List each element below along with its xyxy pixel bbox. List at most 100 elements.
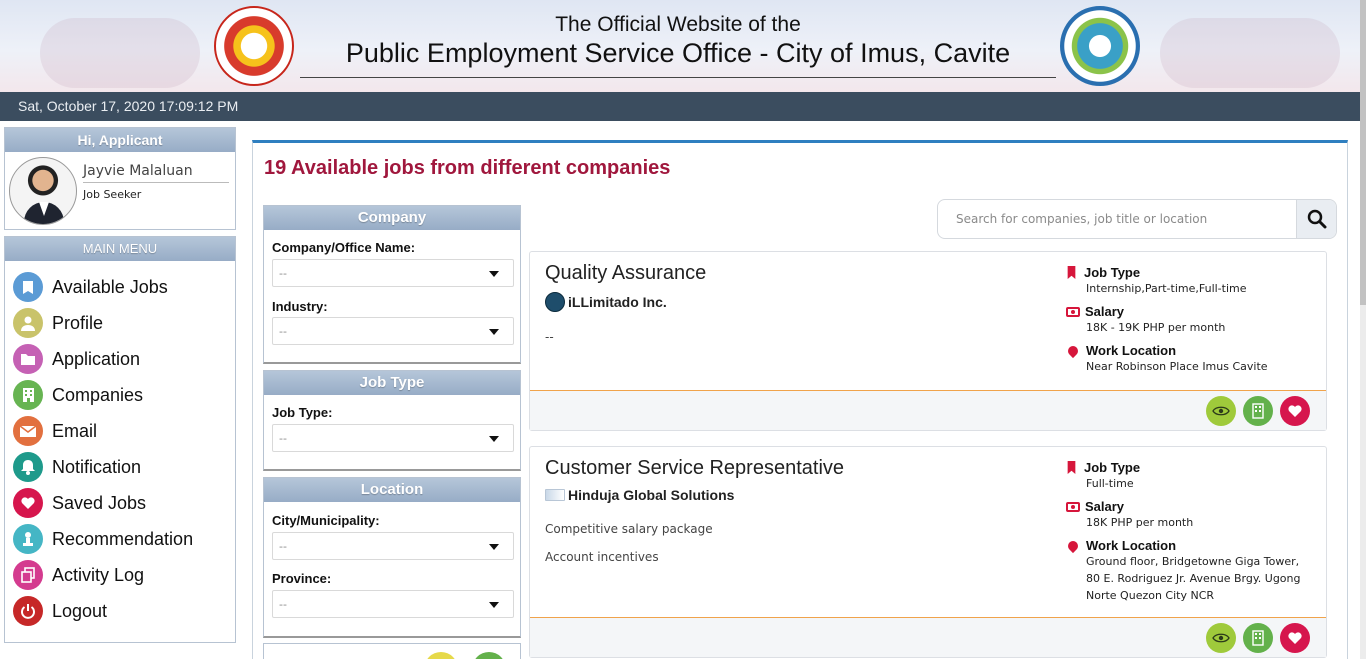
city-select[interactable]: -- xyxy=(272,532,514,560)
salary-heading: Salary xyxy=(1066,499,1316,514)
header-watermark xyxy=(1160,18,1340,88)
job-type-select[interactable]: -- xyxy=(272,424,514,452)
location-value: Ground floor, Bridgetowne Giga Tower, 80… xyxy=(1086,555,1301,602)
view-job-button[interactable] xyxy=(1206,623,1236,653)
view-job-button[interactable] xyxy=(1206,396,1236,426)
chevron-down-icon xyxy=(489,329,499,335)
company-logo xyxy=(545,292,565,312)
site-header: The Official Website of the Public Emplo… xyxy=(0,0,1366,92)
menu-item-available-jobs[interactable]: Available Jobs xyxy=(13,270,168,304)
bookmark-icon xyxy=(1067,266,1076,279)
job-meta: Job Type Internship,Part-time,Full-time … xyxy=(1065,265,1316,375)
job-description: Competitive salary package xyxy=(545,522,713,536)
location-title: Work Location xyxy=(1086,538,1177,553)
scrollbar-thumb[interactable] xyxy=(1360,0,1366,305)
job-type-heading: Job Type xyxy=(1066,460,1316,475)
job-type-value: Internship,Part-time,Full-time xyxy=(1086,282,1247,295)
menu-item-label: Recommendation xyxy=(52,528,194,549)
user-role: Job Seeker xyxy=(83,188,142,201)
location-filter: Location City/Municipality: -- Province:… xyxy=(263,477,521,638)
menu-item-logout[interactable]: Logout xyxy=(13,594,107,628)
job-title[interactable]: Quality Assurance xyxy=(545,262,706,285)
salary-value: 18K PHP per month xyxy=(1086,516,1194,529)
copy-icon xyxy=(13,560,43,590)
chevron-down-icon xyxy=(489,602,499,608)
building-icon xyxy=(1252,403,1264,419)
menu-item-label: Application xyxy=(52,348,141,369)
page-scrollbar[interactable] xyxy=(1360,0,1366,659)
save-job-button[interactable] xyxy=(1280,396,1310,426)
menu-item-profile[interactable]: Profile xyxy=(13,306,103,340)
user-icon xyxy=(13,308,43,338)
menu-item-companies[interactable]: Companies xyxy=(13,378,143,412)
province-select[interactable]: -- xyxy=(272,590,514,618)
user-greeting: Hi, Applicant xyxy=(5,128,235,152)
main-menu-title: MAIN MENU xyxy=(5,237,235,261)
menu-item-application[interactable]: Application xyxy=(13,342,140,376)
filter-actions-panel xyxy=(263,643,521,659)
map-pin-icon xyxy=(1065,343,1081,358)
menu-item-email[interactable]: Email xyxy=(13,414,97,448)
view-company-button[interactable] xyxy=(1243,396,1273,426)
salary-title: Salary xyxy=(1085,304,1125,319)
menu-item-saved-jobs[interactable]: Saved Jobs xyxy=(13,486,146,520)
job-company[interactable]: Hinduja Global Solutions xyxy=(545,487,734,503)
user-panel: Hi, Applicant Jayvie Malaluan Job Seeker xyxy=(4,127,236,230)
job-meta: Job Type Full-time Salary 18K PHP per mo… xyxy=(1065,460,1316,604)
menu-item-label: Logout xyxy=(52,600,108,621)
save-job-button[interactable] xyxy=(1280,623,1310,653)
salary-heading: Salary xyxy=(1066,304,1316,319)
building-icon xyxy=(13,380,43,410)
company-name: Hinduja Global Solutions xyxy=(568,487,735,503)
eye-icon xyxy=(1212,406,1230,416)
bookmark-icon xyxy=(1067,461,1076,474)
heart-icon xyxy=(1288,632,1302,644)
menu-item-recommendation[interactable]: Recommendation xyxy=(13,522,193,556)
location-title: Work Location xyxy=(1086,343,1177,358)
company-name-label: Company/Office Name: xyxy=(272,240,416,255)
date-bar: Sat, October 17, 2020 17:09:12 PM xyxy=(0,92,1360,121)
menu-item-activity-log[interactable]: Activity Log xyxy=(13,558,144,592)
envelope-icon xyxy=(13,416,43,446)
map-pin-icon xyxy=(1065,538,1081,553)
industry-value: -- xyxy=(279,325,287,338)
company-name-select[interactable]: -- xyxy=(272,259,514,287)
imus-seal-logo xyxy=(1060,6,1140,86)
industry-label: Industry: xyxy=(272,299,328,314)
location-filter-title: Location xyxy=(264,478,520,502)
job-type-heading: Job Type xyxy=(1066,265,1316,280)
chevron-down-icon xyxy=(489,271,499,277)
avatar[interactable] xyxy=(9,157,77,225)
salary-title: Salary xyxy=(1085,499,1125,514)
page-title: 19 Available jobs from different compani… xyxy=(264,157,671,179)
menu-item-notification[interactable]: Notification xyxy=(13,450,141,484)
menu-item-label: Companies xyxy=(52,384,144,405)
main-menu: MAIN MENU Available Jobs Profile Applica… xyxy=(4,236,236,643)
menu-item-label: Available Jobs xyxy=(52,276,168,297)
eye-icon xyxy=(1212,633,1230,643)
job-title[interactable]: Customer Service Representative xyxy=(545,457,844,480)
job-search-bar xyxy=(937,199,1337,239)
search-input[interactable] xyxy=(938,200,1296,238)
clear-filter-button[interactable] xyxy=(424,652,458,659)
search-button[interactable] xyxy=(1296,200,1336,238)
job-type-title: Job Type xyxy=(1084,460,1141,475)
money-icon xyxy=(1066,306,1080,317)
province-label: Province: xyxy=(272,571,332,586)
menu-item-label: Saved Jobs xyxy=(52,492,147,513)
job-description: Account incentives xyxy=(545,550,659,564)
job-type-filter-title: Job Type xyxy=(264,371,520,395)
job-type-label: Job Type: xyxy=(272,405,333,420)
job-company[interactable]: iLLimitado Inc. xyxy=(545,292,667,312)
job-type-value: -- xyxy=(279,432,287,445)
view-company-button[interactable] xyxy=(1243,623,1273,653)
job-type-filter: Job Type Job Type: -- xyxy=(263,370,521,471)
job-description: -- xyxy=(545,330,554,344)
job-card-actions xyxy=(530,390,1326,430)
menu-item-label: Profile xyxy=(52,312,104,333)
jobs-container: 19 Available jobs from different compani… xyxy=(252,140,1348,659)
industry-select[interactable]: -- xyxy=(272,317,514,345)
bookmark-icon xyxy=(13,272,43,302)
apply-filter-button[interactable] xyxy=(472,652,506,659)
building-icon xyxy=(1252,630,1264,646)
